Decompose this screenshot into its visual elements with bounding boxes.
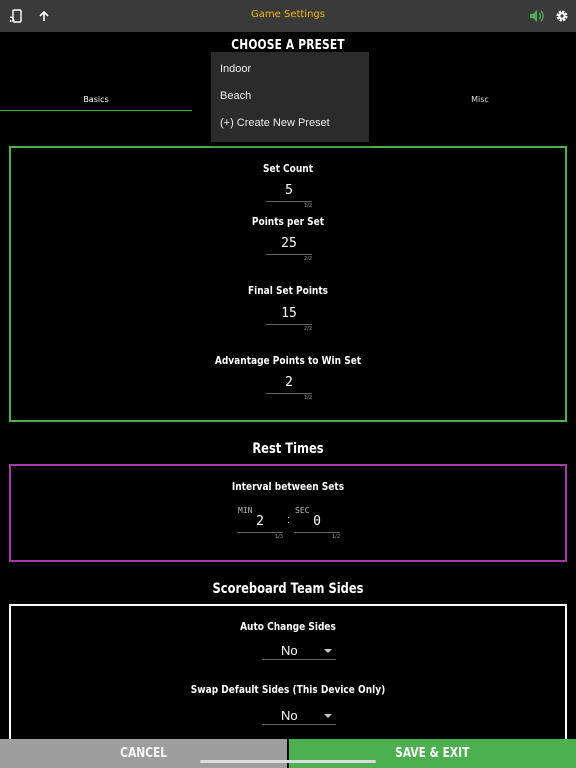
tab-basics[interactable]: Basics [0, 95, 192, 104]
final-set-points-input[interactable]: 15 [266, 306, 312, 321]
page-title: Game Settings [251, 9, 325, 20]
swap-default-sides-select[interactable]: No [262, 707, 336, 725]
time-separator: : [287, 514, 291, 526]
advantage-points-field[interactable]: 2 1/2 [266, 375, 312, 401]
advantage-points-label: Advantage Points to Win Set [214, 354, 362, 367]
points-per-set-field[interactable]: 25 2/2 [266, 236, 312, 262]
char-counter: 1/2 [303, 395, 312, 401]
char-counter: 1/2 [331, 534, 340, 540]
chevron-down-icon [324, 649, 332, 653]
team-sides-panel: Auto Change Sides No Swap Default Sides … [9, 604, 567, 744]
input-underline [294, 532, 340, 533]
cancel-button[interactable]: CANCEL [0, 739, 287, 768]
cancel-label: CANCEL [120, 746, 167, 761]
minutes-input[interactable]: 2 [237, 514, 283, 529]
set-count-input[interactable]: 5 [266, 183, 312, 198]
auto-change-sides-label: Auto Change Sides [240, 620, 336, 633]
points-per-set-input[interactable]: 25 [266, 236, 312, 251]
team-sides-title: Scoreboard Team Sides [212, 581, 364, 597]
swap-default-sides-value: No [281, 708, 298, 723]
input-underline [237, 532, 283, 533]
tab-active-indicator [0, 110, 192, 111]
points-per-set-label: Points per Set [251, 215, 325, 228]
rest-times-panel: Interval between Sets MIN 2 1/3 : SEC 0 … [9, 464, 567, 562]
gear-icon[interactable] [553, 7, 571, 25]
chevron-down-icon [324, 714, 332, 718]
final-set-points-field[interactable]: 15 2/2 [266, 306, 312, 332]
preset-option-create-new[interactable]: (+) Create New Preset [220, 117, 330, 129]
input-underline [266, 393, 312, 394]
char-counter: 2/2 [303, 326, 312, 332]
input-underline [266, 324, 312, 325]
final-set-points-label: Final Set Points [247, 284, 329, 297]
seconds-input[interactable]: 0 [294, 514, 340, 529]
interval-between-sets-label: Interval between Sets [231, 480, 345, 493]
top-bar: Game Settings [0, 0, 576, 32]
char-counter: 2/2 [303, 256, 312, 262]
preset-option-indoor[interactable]: Indoor [220, 63, 251, 75]
set-count-label: Set Count [262, 162, 314, 175]
rest-times-title: Rest Times [252, 441, 324, 457]
basics-settings-panel: Set Count 5 1/2 Points per Set 25 2/2 Fi… [9, 146, 567, 422]
input-underline [266, 201, 312, 202]
tab-misc[interactable]: Misc [384, 95, 576, 104]
minutes-field[interactable]: 2 1/3 [237, 514, 283, 540]
home-indicator [200, 760, 376, 763]
preset-option-beach[interactable]: Beach [220, 90, 251, 102]
set-count-field[interactable]: 5 1/2 [266, 183, 312, 209]
swap-default-sides-label: Swap Default Sides (This Device Only) [190, 683, 386, 696]
char-counter: 1/3 [274, 534, 283, 540]
preset-dropdown-menu: Indoor Beach (+) Create New Preset [211, 52, 369, 142]
auto-change-sides-value: No [281, 643, 298, 658]
preset-title[interactable]: CHOOSE A PRESET [52, 38, 524, 53]
save-and-exit-button[interactable]: SAVE & EXIT [289, 739, 576, 768]
auto-change-sides-select[interactable]: No [262, 642, 336, 660]
char-counter: 1/2 [303, 203, 312, 209]
advantage-points-input[interactable]: 2 [266, 375, 312, 390]
input-underline [266, 254, 312, 255]
speaker-icon[interactable] [528, 7, 546, 25]
seconds-field[interactable]: 0 1/2 [294, 514, 340, 540]
save-label: SAVE & EXIT [395, 746, 470, 761]
